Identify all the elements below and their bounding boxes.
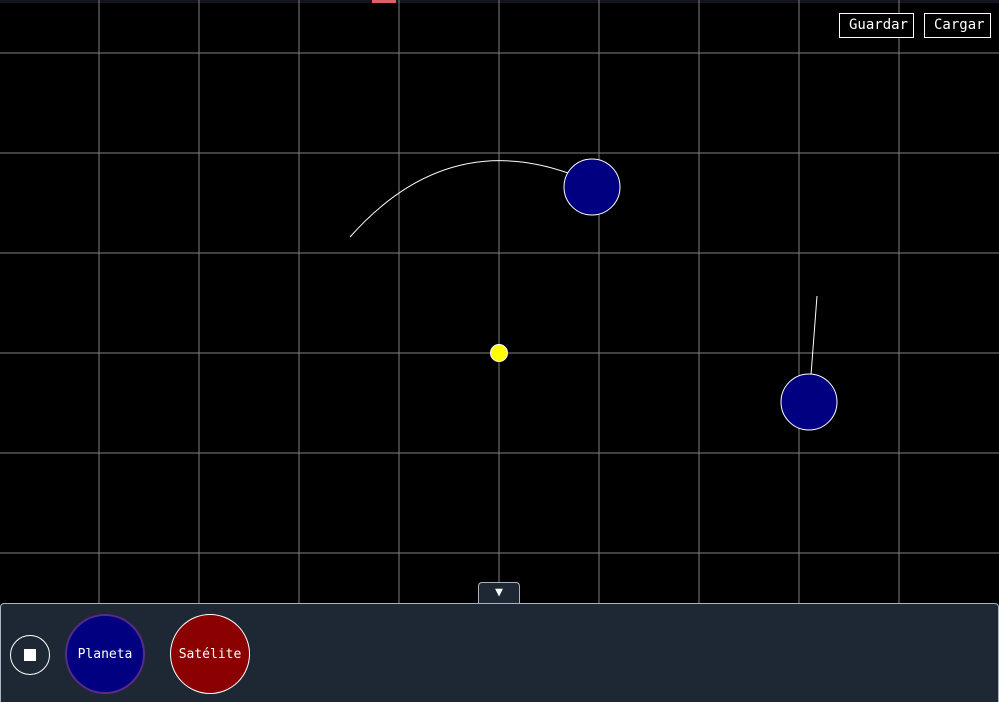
stop-icon — [24, 649, 36, 661]
velocity-trail — [810, 295, 818, 376]
load-button[interactable]: Cargar — [924, 13, 991, 38]
satellite-tool-label: Satélite — [178, 646, 242, 662]
sun[interactable] — [490, 344, 508, 362]
panel-toggle-button[interactable]: ▼ — [478, 582, 520, 603]
planet-body[interactable] — [780, 373, 838, 431]
planet-tool-button[interactable]: Planeta — [65, 614, 145, 694]
save-button[interactable]: Guardar — [839, 13, 914, 38]
bottom-panel: Planeta Satélite — [0, 603, 999, 702]
grid — [0, 0, 999, 603]
chevron-down-icon: ▼ — [495, 585, 503, 600]
planet-body[interactable] — [563, 158, 621, 216]
simulator-app: Guardar Cargar ▼ Planeta Satélite — [0, 0, 999, 702]
satellite-tool-button[interactable]: Satélite — [170, 614, 250, 694]
orbit-trail — [349, 160, 569, 238]
stop-button[interactable] — [10, 635, 50, 675]
planet-tool-label: Planeta — [77, 646, 133, 662]
